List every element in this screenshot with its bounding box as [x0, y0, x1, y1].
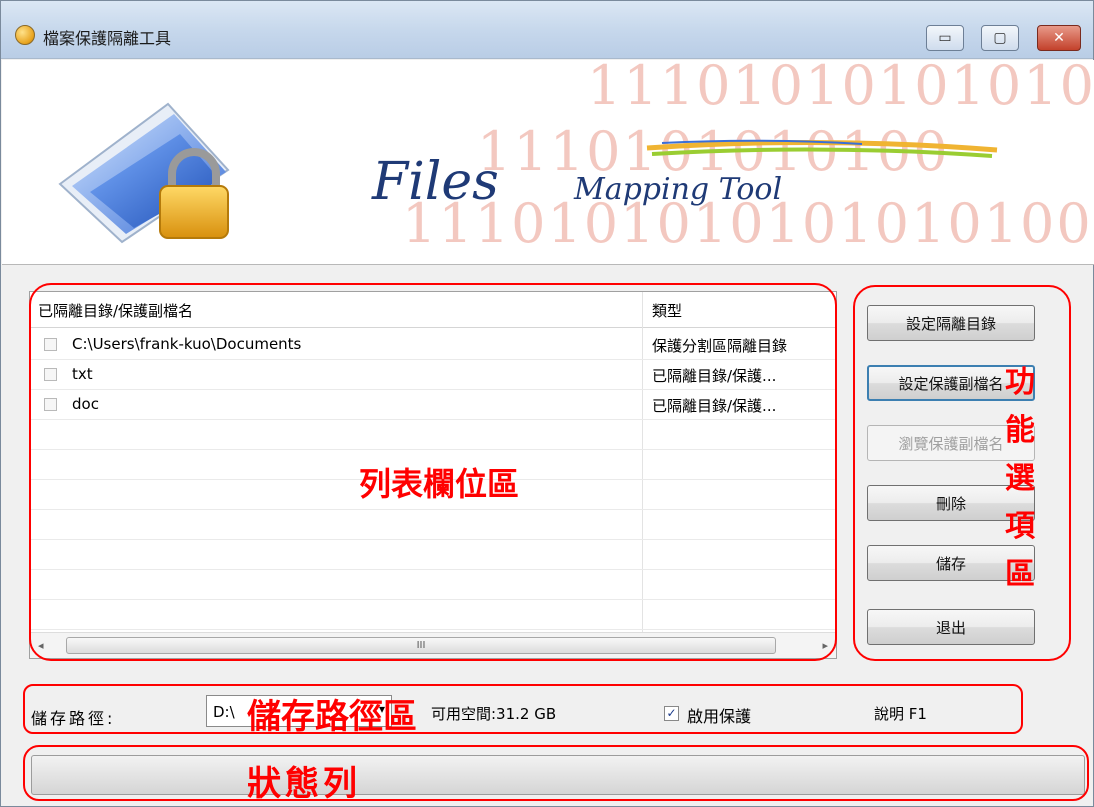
annotation-char: 功	[1005, 365, 1035, 400]
swoosh-graphic	[646, 139, 998, 158]
scroll-thumb[interactable]: III	[66, 637, 776, 654]
annotation-char: 項	[1005, 509, 1035, 544]
annotation-char: 能	[1005, 413, 1035, 448]
empty-row	[30, 600, 836, 630]
storage-path-value: D:\	[213, 703, 235, 721]
storage-path-label: 儲存路徑:	[31, 709, 116, 728]
empty-row	[30, 510, 836, 540]
row-path: doc	[72, 395, 99, 413]
banner: 1110101010101010 1110101010100 111010101…	[2, 60, 1094, 265]
row-checkbox[interactable]	[44, 398, 57, 411]
row-path: txt	[72, 365, 93, 383]
row-type: 已隔離目錄/保護...	[652, 367, 777, 385]
row-checkbox[interactable]	[44, 338, 57, 351]
annotation-function-area	[853, 285, 1071, 661]
list-header: 已隔離目錄/保護副檔名 類型	[30, 292, 836, 328]
empty-row	[30, 540, 836, 570]
close-icon[interactable]: ✕	[1037, 25, 1081, 51]
annotation-label-status-bar: 狀態列	[247, 764, 361, 804]
app-window: 檔案保護隔離工具 ▭ ▢ ✕ 1110101010101010 11101010…	[0, 0, 1094, 807]
empty-row	[30, 570, 836, 600]
app-icon	[15, 25, 35, 45]
brand-title: Files	[372, 152, 499, 212]
row-checkbox[interactable]	[44, 368, 57, 381]
column-header-path[interactable]: 已隔離目錄/保護副檔名	[38, 300, 193, 321]
set-isolation-dir-button[interactable]: 設定隔離目錄	[867, 305, 1035, 341]
column-header-type[interactable]: 類型	[652, 300, 682, 321]
maximize-icon[interactable]: ▢	[981, 25, 1019, 51]
binary-text: 1110101010101010	[587, 60, 1094, 117]
title-bar: 檔案保護隔離工具 ▭ ▢ ✕	[1, 1, 1093, 59]
enable-protection-checkbox[interactable]: ✓	[664, 706, 679, 721]
empty-row	[30, 420, 836, 450]
annotation-label-storage-area: 儲存路徑區	[247, 697, 417, 737]
help-text: 說明 F1	[874, 705, 927, 723]
row-type: 已隔離目錄/保護...	[652, 397, 777, 415]
brand-subtitle: Mapping Tool	[574, 172, 783, 207]
exit-button[interactable]: 退出	[867, 609, 1035, 645]
window-title: 檔案保護隔離工具	[43, 29, 172, 48]
folder-lock-icon	[58, 102, 230, 244]
list-row[interactable]: doc 已隔離目錄/保護...	[30, 390, 836, 420]
scroll-right-icon[interactable]: ▸	[822, 639, 828, 652]
scroll-left-icon[interactable]: ◂	[38, 639, 44, 652]
horizontal-scrollbar[interactable]: ◂ III ▸	[30, 632, 836, 658]
annotation-char: 選	[1005, 461, 1035, 496]
list-row[interactable]: txt 已隔離目錄/保護...	[30, 360, 836, 390]
annotation-label-list-area: 列表欄位區	[359, 465, 520, 503]
minimize-icon[interactable]: ▭	[926, 25, 964, 51]
enable-protection-label[interactable]: 啟用保護	[687, 703, 751, 727]
list-row[interactable]: C:\Users\frank-kuo\Documents 保護分割區隔離目錄	[30, 330, 836, 360]
annotation-char: 區	[1005, 557, 1035, 592]
status-bar	[31, 755, 1085, 795]
row-type: 保護分割區隔離目錄	[652, 337, 788, 355]
free-space-text: 可用空間:31.2 GB	[431, 705, 557, 723]
row-path: C:\Users\frank-kuo\Documents	[72, 335, 302, 353]
annotation-label-function-area: 功 能 選 項 區	[1003, 359, 1037, 599]
